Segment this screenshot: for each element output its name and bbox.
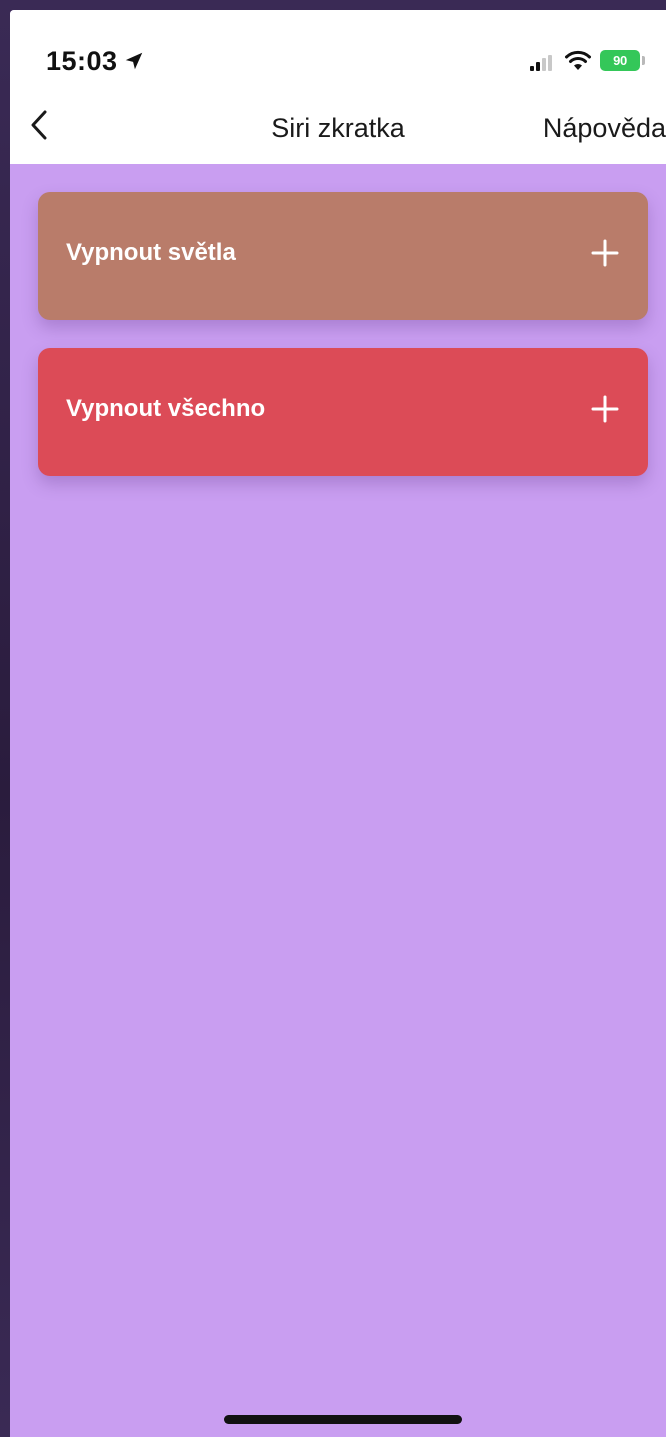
status-time: 15:03 (46, 46, 118, 76)
shortcut-label: Vypnout všechno (66, 395, 266, 422)
shortcut-card-all-off[interactable]: Vypnout všechno (38, 348, 648, 476)
cellular-signal-icon (530, 55, 552, 71)
wifi-icon (565, 50, 591, 70)
battery-indicator: 90 (600, 50, 640, 71)
help-button[interactable]: Nápověda (543, 113, 666, 144)
plus-icon[interactable] (590, 238, 620, 268)
app-screen: 15:03 90 Siri zkratka Nápověda Vypnout s… (10, 10, 666, 1437)
plus-icon[interactable] (590, 394, 620, 424)
header: 15:03 90 Siri zkratka Nápověda (10, 10, 666, 164)
battery-tip (642, 56, 645, 65)
location-arrow-icon (125, 52, 143, 70)
device-frame: 15:03 90 Siri zkratka Nápověda Vypnout s… (0, 0, 666, 1437)
shortcut-card-lights-off[interactable]: Vypnout světla (38, 192, 648, 320)
battery-level: 90 (613, 53, 627, 68)
home-indicator[interactable] (224, 1415, 462, 1424)
shortcut-label: Vypnout světla (66, 239, 236, 266)
